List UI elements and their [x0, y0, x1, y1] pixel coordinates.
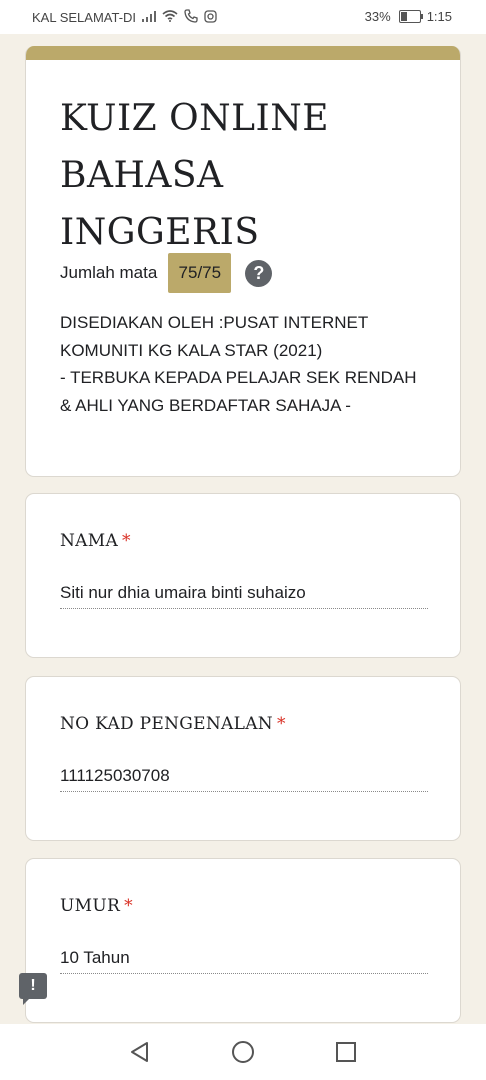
clock: 1:15 [426, 9, 452, 24]
back-icon[interactable] [128, 1040, 152, 1064]
status-bar: KAL SELAMAT-DI 33% 1:15 [0, 0, 486, 34]
wifi-icon [162, 10, 178, 25]
required-asterisk: * [122, 531, 131, 551]
question-label-text: UMUR [60, 896, 121, 916]
instagram-icon [204, 9, 217, 26]
carrier-name: KAL SELAMAT-DI [32, 10, 137, 25]
question-label-text: NAMA [60, 531, 119, 551]
home-icon[interactable] [231, 1040, 255, 1064]
points-label: Jumlah mata [60, 263, 158, 282]
battery-icon [398, 10, 423, 23]
question-label: NAMA * [60, 531, 131, 551]
points-row: Jumlah mata 75/75 ? [60, 253, 273, 293]
required-asterisk: * [124, 896, 133, 916]
report-feedback-icon[interactable]: ! [19, 973, 47, 1005]
question-card-age: UMUR * 10 Tahun [25, 858, 461, 1023]
answer-field-age[interactable]: 10 Tahun [60, 948, 428, 974]
question-card-ic-number: NO KAD PENGENALAN * 111125030708 [25, 676, 461, 841]
question-label-text: NO KAD PENGENALAN [60, 714, 273, 734]
form-header-card: KUIZ ONLINE BAHASA INGGERIS Jumlah mata … [25, 46, 461, 477]
navigation-bar [0, 1024, 486, 1080]
required-asterisk: * [276, 714, 286, 734]
form-title: KUIZ ONLINE BAHASA INGGERIS [60, 98, 330, 253]
question-label: NO KAD PENGENALAN * [60, 714, 286, 734]
question-card-name: NAMA * Siti nur dhia umaira binti suhaizo [25, 493, 461, 658]
answer-field-ic-number[interactable]: 111125030708 [60, 766, 428, 792]
accent-band [26, 46, 460, 60]
form-description: DISEDIAKAN OLEH :PUSAT INTERNET KOMUNITI… [60, 313, 417, 415]
battery-percent: 33% [364, 9, 391, 24]
points-badge: 75/75 [168, 253, 232, 293]
call-icon [184, 9, 198, 26]
help-icon[interactable]: ? [245, 259, 273, 287]
recents-icon[interactable] [334, 1040, 358, 1064]
signal-icon [142, 10, 157, 25]
answer-field-name[interactable]: Siti nur dhia umaira binti suhaizo [60, 583, 428, 609]
question-label: UMUR * [60, 896, 133, 916]
